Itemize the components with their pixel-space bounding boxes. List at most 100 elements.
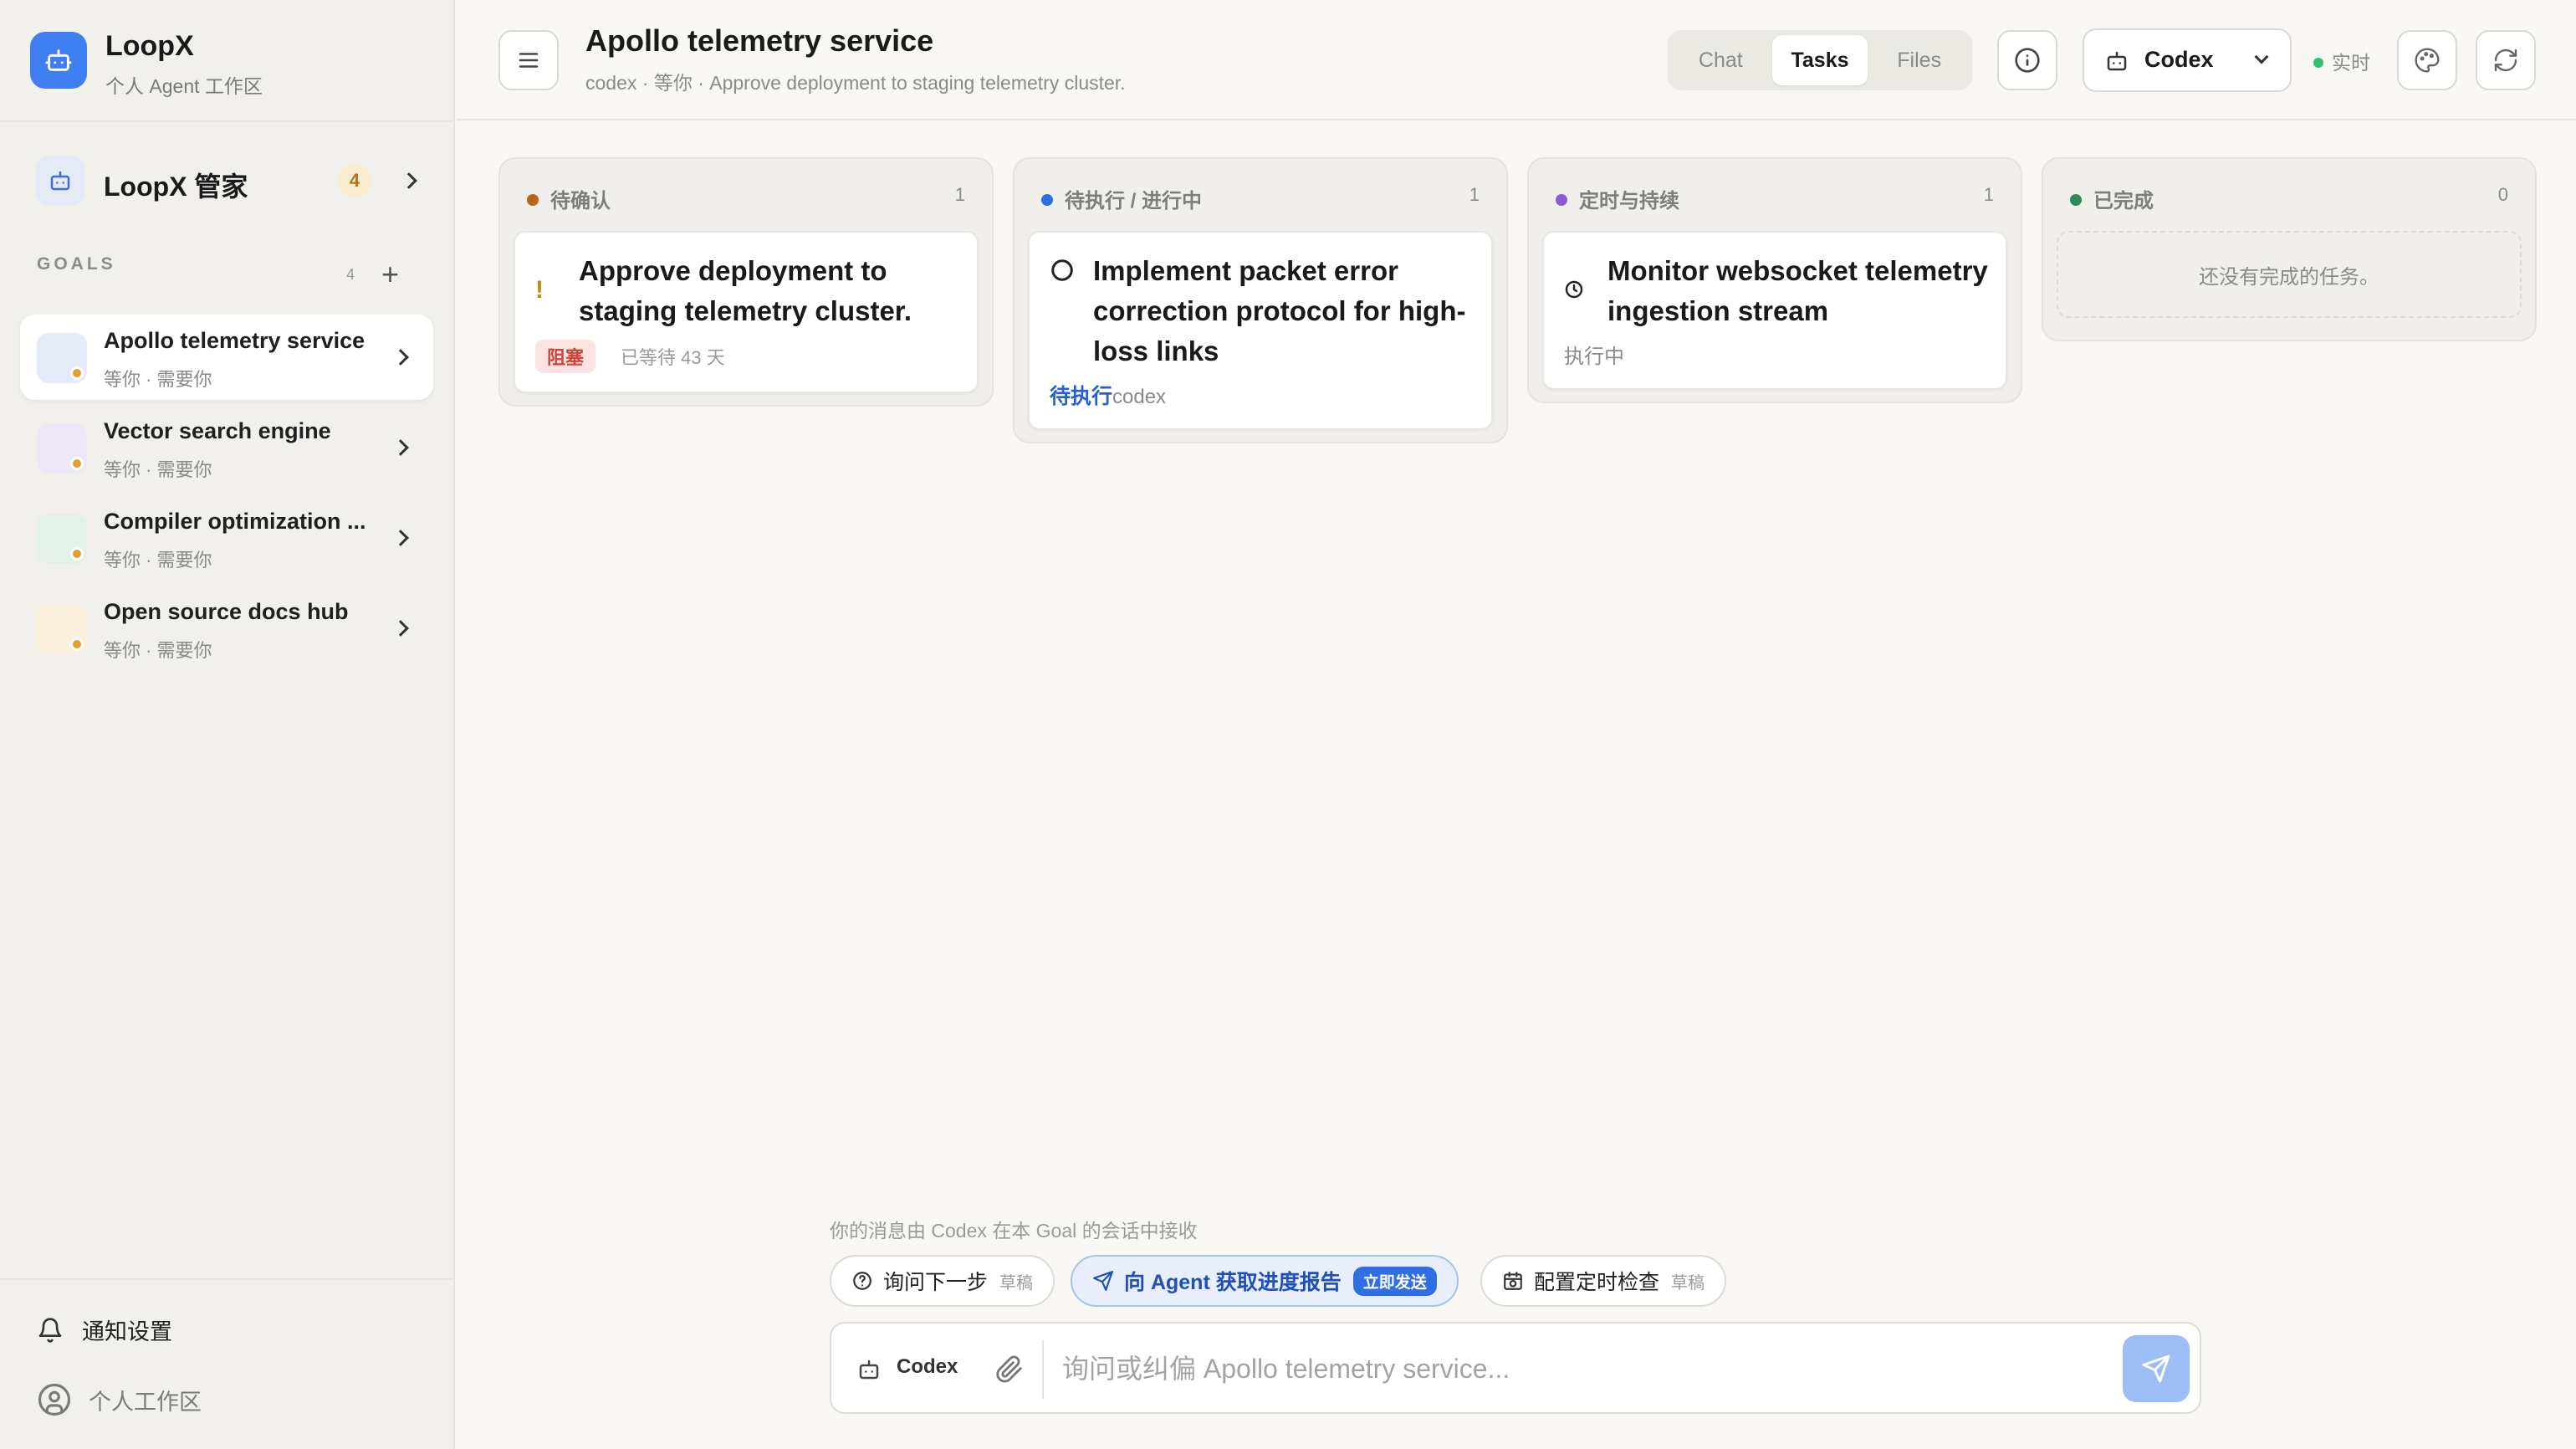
sidebar-footer: 通知设置 个人工作区 [0,1278,453,1449]
column-completed: 已完成 0 还没有完成的任务。 [2042,157,2537,341]
column-title: 待执行 / 进行中 [1041,184,1202,213]
palette-icon [2415,48,2440,73]
info-icon [2015,48,2040,73]
circle-icon [1050,258,1075,287]
live-label: 实时 [2332,52,2370,74]
exclamation-icon: ! [535,276,544,304]
column-count: 0 [2497,184,2508,205]
clock-icon [1564,279,1584,304]
column-todo-in-progress: 待执行 / 进行中 1 Implement packet error corre… [1013,157,1508,443]
notification-settings-link[interactable]: 通知设置 [37,1313,172,1346]
add-goal-button[interactable]: + [381,258,399,291]
robot-logo-icon [30,32,87,89]
column-scheduled: 定时与持续 1 Monitor websocket telemetry inge… [1527,157,2022,403]
brand-name: LoopX [105,30,194,62]
goal-item-compiler[interactable]: Compiler optimization ... 等你 · 需要你 [20,495,433,581]
task-card[interactable]: ! Approve deployment to staging telemetr… [514,231,979,393]
goal-subtitle: 等你 · 需要你 [104,369,212,390]
schedule-check-chip[interactable]: 配置定时检查 草稿 [1480,1255,1727,1307]
tab-chat[interactable]: Chat [1673,35,1769,85]
ask-next-step-chip[interactable]: 询问下一步 草稿 [830,1255,1055,1307]
composer-agent-label[interactable]: Codex [897,1355,958,1379]
send-now-badge: 立即发送 [1352,1266,1437,1296]
empty-state: 还没有完成的任务。 [2057,231,2522,318]
goal-item-vector[interactable]: Vector search engine 等你 · 需要你 [20,405,433,490]
goal-item-apollo[interactable]: Apollo telemetry service 等你 · 需要你 [20,315,433,400]
brand-subtitle: 个人 Agent 工作区 [105,75,263,97]
page-subtitle: codex · 等你 · Approve deployment to stagi… [585,72,1126,94]
chevron-right-icon [392,439,409,456]
top-header: Apollo telemetry service codex · 等你 · Ap… [457,0,2576,120]
help-circle-icon [851,1270,873,1292]
send-icon [2142,1354,2170,1383]
column-count: 1 [1983,184,1994,205]
goal-item-docs[interactable]: Open source docs hub 等你 · 需要你 [20,586,433,671]
refresh-button[interactable] [2476,30,2536,90]
message-input[interactable] [1062,1347,2099,1390]
column-dot [527,194,539,206]
task-title: Monitor websocket telemetry ingestion st… [1607,255,1988,326]
chip-label: 向 Agent 获取进度报告 [1124,1271,1342,1294]
chevron-right-icon [392,620,409,637]
calendar-clock-icon [1502,1270,1524,1292]
column-title-text: 待确认 [550,190,611,212]
chip-label: 询问下一步 [883,1271,989,1294]
task-title: Approve deployment to staging telemetry … [579,255,912,326]
goals-section-label: GOALS [37,254,116,274]
goal-title: Open source docs hub [104,599,349,624]
progress-report-chip[interactable]: 向 Agent 获取进度报告 立即发送 [1071,1255,1459,1307]
column-title-text: 定时与持续 [1579,190,1679,212]
column-title-text: 待执行 / 进行中 [1065,190,1203,212]
send-icon [1092,1270,1114,1292]
chevron-right-icon [401,172,417,189]
column-title-text: 已完成 [2093,190,2154,212]
tab-tasks[interactable]: Tasks [1771,35,1868,85]
column-dot [1556,194,1567,206]
status-label: 待执行 [1050,385,1113,408]
menu-button[interactable] [498,30,559,90]
goal-title: Apollo telemetry service [104,328,365,353]
goal-subtitle: 等你 · 需要你 [104,550,212,571]
view-tabs: Chat Tasks Files [1668,30,1972,90]
user-circle-icon [37,1382,72,1417]
steward-count-badge: 4 [338,164,371,197]
column-count: 1 [954,184,965,205]
theme-button[interactable] [2397,30,2457,90]
goal-subtitle: 等你 · 需要你 [104,640,212,661]
draft-label: 草稿 [1671,1273,1705,1293]
page-title: Apollo telemetry service [585,23,934,58]
robot-icon [2104,49,2129,78]
agent-label: codex [1112,386,1167,408]
agent-select[interactable]: Codex [2083,28,2292,92]
tab-files[interactable]: Files [1871,35,1967,85]
refresh-icon [2494,49,2517,72]
task-title: Implement packet error correction protoc… [1093,255,1466,366]
brand-header: LoopX 个人 Agent 工作区 [0,0,453,122]
chip-label: 配置定时检查 [1534,1271,1660,1294]
task-meta: 待执行codex [1050,380,1166,410]
task-card[interactable]: Monitor websocket telemetry ingestion st… [1542,231,2007,390]
status-dot [70,366,84,380]
send-button[interactable] [2123,1335,2190,1402]
goal-subtitle: 等你 · 需要你 [104,459,212,480]
robot-icon [35,156,85,206]
status-dot [70,457,84,470]
menu-icon [519,53,539,68]
column-count: 1 [1469,184,1480,205]
blocked-badge: 阻塞 [535,340,596,373]
workspace-link[interactable]: 个人工作区 [37,1382,202,1417]
info-button[interactable] [1997,30,2057,90]
paperclip-icon[interactable] [995,1355,1024,1388]
steward-item[interactable]: LoopX 管家 4 [20,151,435,211]
column-title: 已完成 [2070,184,2154,213]
draft-label: 草稿 [999,1273,1034,1293]
chevron-down-icon [2254,49,2269,64]
status-dot [70,547,84,561]
task-card[interactable]: Implement packet error correction protoc… [1028,231,1493,430]
goal-title: Compiler optimization ... [104,509,366,534]
notification-settings-label: 通知设置 [82,1319,172,1344]
composer-divider [1042,1340,1044,1399]
status-label: 执行中 [1564,346,1624,368]
goals-count: 4 [346,266,355,283]
wait-duration: 已等待 43 天 [621,347,725,368]
